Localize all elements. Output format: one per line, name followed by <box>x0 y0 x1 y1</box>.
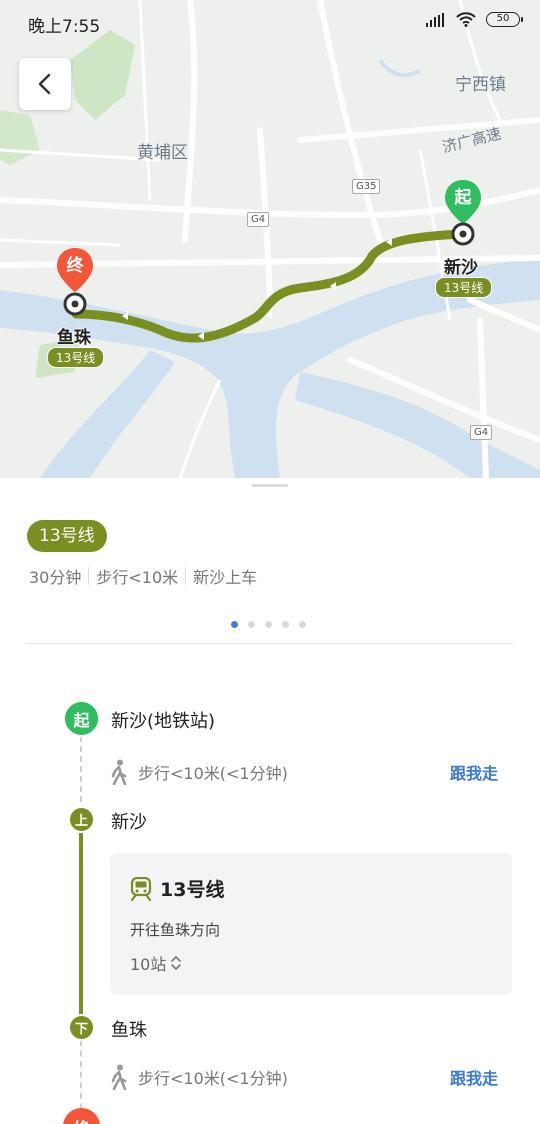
walk-step-text: 步行<10米(<1分钟) <box>138 764 288 783</box>
route-duration: 30分钟 <box>29 568 82 587</box>
start-node: 起 <box>63 700 100 737</box>
sheet-drag-handle[interactable] <box>252 484 288 487</box>
road-tag-g4: G4 <box>247 212 270 227</box>
start-pin-glyph: 起 <box>454 188 472 208</box>
walk-step: 步行<10米(<1分钟) 跟我走 <box>108 757 513 787</box>
road-tag-g4-east: G4 <box>470 425 493 440</box>
wifi-icon <box>456 12 476 27</box>
back-arrow-icon <box>38 73 51 95</box>
route-walk: 步行<10米 <box>96 568 179 587</box>
transit-stops-count: 10站 <box>130 955 167 974</box>
status-time: 晚上7:55 <box>28 17 101 37</box>
pager-dot[interactable] <box>282 621 289 628</box>
walk-step-text: 步行<10米(<1分钟) <box>138 1069 288 1088</box>
board-node: 上 <box>68 806 95 833</box>
expand-icon <box>171 956 182 970</box>
transit-stops-toggle[interactable]: 10站 <box>130 951 183 975</box>
back-button[interactable] <box>19 58 71 110</box>
start-station-title: 新沙(地铁站) <box>111 711 216 732</box>
transit-card[interactable]: 13号线 开往鱼珠方向 10站 <box>110 853 512 995</box>
route-detail-sheet[interactable]: 13号线 30分钟 步行<10米 新沙上车 起 新沙(地铁站) 步行<10米(<… <box>0 478 540 1124</box>
transit-direction: 开往鱼珠方向 <box>130 921 221 939</box>
follow-me-button[interactable]: 跟我走 <box>450 1065 498 1089</box>
pager-dot[interactable] <box>248 621 255 628</box>
road-tag-g35: G35 <box>352 179 381 194</box>
pager-dot[interactable] <box>299 621 306 628</box>
summary-separator <box>185 567 187 585</box>
route-line-chip: 13号线 <box>27 520 107 552</box>
start-station-line-chip: 13号线 <box>435 277 493 298</box>
section-divider <box>27 643 513 644</box>
alight-station-title: 鱼珠 <box>111 1020 147 1041</box>
end-station-name: 鱼珠 <box>57 328 91 348</box>
walk-icon <box>111 759 127 785</box>
timeline-transit-segment <box>79 833 83 1018</box>
follow-me-button[interactable]: 跟我走 <box>450 760 498 784</box>
map-view[interactable]: 晚上7:55 50 黄埔区 宁西镇 济广高速 G35 G4 G4 起 新沙 13… <box>0 0 540 478</box>
route-summary: 30分钟 步行<10米 新沙上车 <box>29 564 257 588</box>
walk-icon <box>111 1064 127 1090</box>
start-station-dot-icon <box>451 222 475 246</box>
town-label: 宁西镇 <box>455 75 506 95</box>
status-icons: 50 <box>426 12 523 27</box>
summary-separator <box>88 567 90 585</box>
end-station-line-chip: 13号线 <box>47 347 105 368</box>
metro-icon <box>130 876 152 901</box>
route-board-at: 新沙上车 <box>193 568 258 587</box>
pager-dot[interactable] <box>265 621 272 628</box>
route-pager[interactable] <box>231 621 306 628</box>
transit-line: 13号线 <box>130 875 224 902</box>
signal-icon <box>426 12 444 27</box>
end-pin-glyph: 终 <box>66 256 84 276</box>
status-bar: 晚上7:55 50 <box>0 0 540 44</box>
district-label: 黄埔区 <box>137 143 188 163</box>
alight-node: 下 <box>68 1014 95 1041</box>
walk-step: 步行<10米(<1分钟) 跟我走 <box>108 1062 513 1092</box>
battery-icon: 50 <box>486 12 523 27</box>
end-node: 终 <box>63 1108 100 1124</box>
board-station-title: 新沙 <box>111 812 147 833</box>
start-station-name: 新沙 <box>444 258 478 278</box>
end-pin[interactable]: 终 <box>55 246 95 298</box>
end-station-dot-icon <box>63 292 87 316</box>
pager-dot[interactable] <box>231 621 238 628</box>
transit-line-name: 13号线 <box>160 879 225 901</box>
